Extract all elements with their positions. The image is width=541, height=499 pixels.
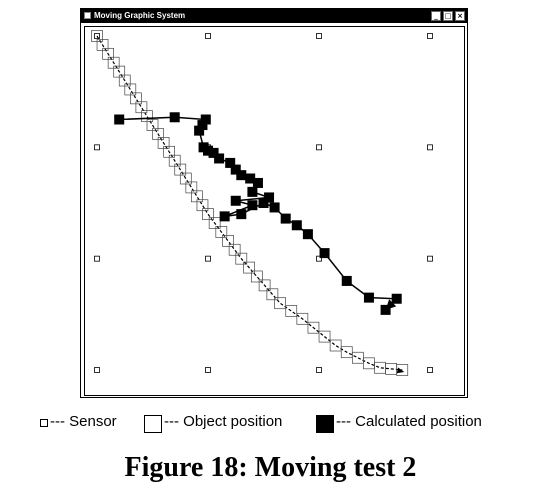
title-bar[interactable]: Moving Graphic System _ □ × xyxy=(81,9,467,23)
calculated-position-marker xyxy=(319,248,330,259)
sensor-marker xyxy=(205,255,211,262)
calculated-position-marker xyxy=(114,114,125,125)
sensor-marker xyxy=(316,33,322,39)
calculated-position-marker xyxy=(252,177,263,188)
calculated-position-marker xyxy=(194,125,205,136)
sensor-marker xyxy=(205,367,211,373)
calculated-symbol-icon xyxy=(316,415,334,433)
app-icon xyxy=(84,12,91,19)
calculated-path-line xyxy=(119,116,399,311)
legend-label-object: --- Object position xyxy=(164,413,283,430)
plot-svg xyxy=(91,30,433,376)
calculated-position-marker xyxy=(302,229,313,240)
calculated-position-marker xyxy=(280,213,291,224)
sensor-marker xyxy=(316,367,322,373)
sensor-marker xyxy=(94,255,100,262)
sensor-marker xyxy=(94,144,100,151)
legend: --- Sensor --- Object position --- Calcu… xyxy=(40,412,520,434)
object-position-marker xyxy=(250,270,263,283)
calculated-position-marker xyxy=(214,153,225,164)
object-position-marker xyxy=(285,305,298,317)
object-position-marker xyxy=(274,297,286,310)
calculated-position-marker xyxy=(230,195,241,206)
object-position-marker xyxy=(222,235,234,247)
sensor-marker xyxy=(427,33,433,39)
close-button[interactable]: × xyxy=(455,11,465,21)
sensor-symbol-icon xyxy=(40,419,48,427)
app-window: Moving Graphic System _ □ × xyxy=(80,8,468,398)
calculated-position-marker xyxy=(247,186,258,197)
calculated-position-marker xyxy=(391,293,402,304)
window-title: Moving Graphic System xyxy=(94,11,186,20)
sensor-marker xyxy=(316,144,322,151)
calculated-position-marker xyxy=(341,275,352,286)
calculated-position-marker xyxy=(236,209,247,220)
calculated-position-marker xyxy=(247,200,258,211)
sensor-marker xyxy=(427,255,433,262)
object-path-arrowhead xyxy=(396,367,405,374)
legend-label-calculated: --- Calculated position xyxy=(336,413,482,430)
sensor-marker xyxy=(427,144,433,151)
plot-canvas xyxy=(84,26,465,396)
calculated-position-marker xyxy=(291,220,302,231)
minimize-button[interactable]: _ xyxy=(431,11,441,21)
sensor-marker xyxy=(94,367,100,373)
figure-caption: Figure 18: Moving test 2 xyxy=(124,452,417,483)
calculated-position-marker xyxy=(169,112,180,123)
sensor-marker xyxy=(427,367,433,373)
sensor-marker xyxy=(205,33,211,39)
maximize-button[interactable]: □ xyxy=(443,11,453,21)
object-position-marker xyxy=(329,339,342,352)
legend-label-sensor: --- Sensor xyxy=(50,413,117,430)
object-position-marker xyxy=(352,351,364,364)
object-position-marker xyxy=(228,243,241,256)
object-symbol-icon xyxy=(144,415,162,433)
calculated-position-marker xyxy=(219,211,230,222)
calculated-position-marker xyxy=(269,202,280,213)
calculated-position-marker xyxy=(236,170,247,181)
calculated-position-marker xyxy=(258,198,269,208)
calculated-position-marker xyxy=(363,292,374,303)
